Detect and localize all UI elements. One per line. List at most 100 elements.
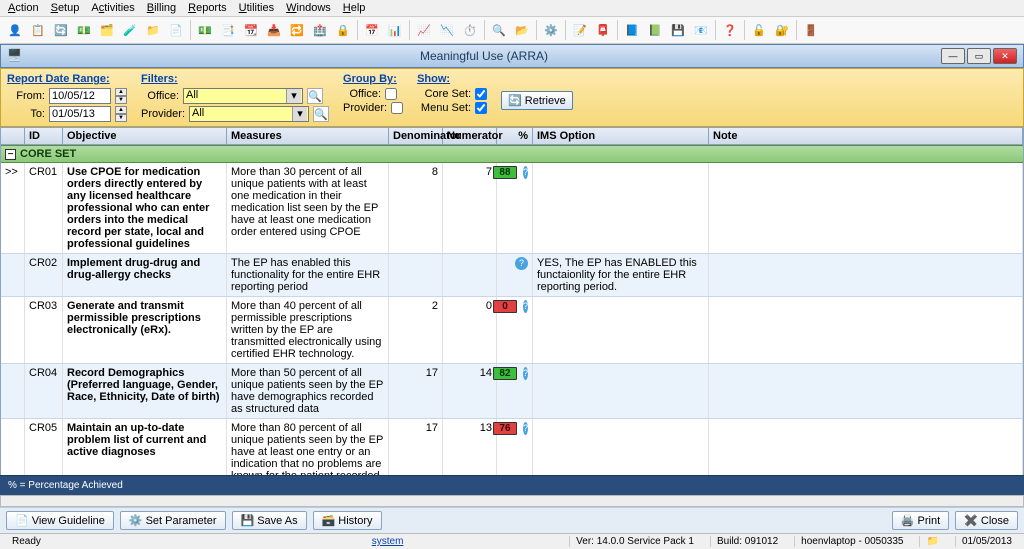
toolbar-btn-16[interactable]: 📅 [361, 19, 383, 41]
row-id: CR03 [25, 297, 63, 363]
collapse-icon[interactable]: − [5, 149, 16, 160]
office-lookup-icon[interactable]: 🔍 [307, 88, 323, 104]
row-percent: 76? [497, 419, 533, 475]
row-note [709, 297, 1023, 363]
table-row[interactable]: CR04Record Demographics (Preferred langu… [1, 364, 1023, 419]
group-row-core-set[interactable]: − CORE SET [1, 145, 1023, 163]
toolbar-btn-21[interactable]: 🔍 [488, 19, 510, 41]
col-ims-option[interactable]: IMS Option [533, 128, 709, 144]
menu-utilities[interactable]: Utilities [239, 2, 274, 14]
toolbar-btn-31[interactable]: 🔓 [748, 19, 770, 41]
toolbar-btn-24[interactable]: 📝 [569, 19, 591, 41]
toolbar-btn-17[interactable]: 📊 [384, 19, 406, 41]
status-folder-icon[interactable]: 📁 [919, 536, 944, 547]
info-icon[interactable]: ? [523, 367, 528, 380]
menu-windows[interactable]: Windows [286, 2, 331, 14]
info-icon[interactable]: ? [523, 300, 528, 313]
table-row[interactable]: CR03Generate and transmit permissible pr… [1, 297, 1023, 364]
toolbar-btn-13[interactable]: 🔁 [286, 19, 308, 41]
status-date: 01/05/2013 [955, 536, 1018, 547]
g-provider-check[interactable] [391, 102, 403, 114]
toolbar-btn-1[interactable]: 👤 [4, 19, 26, 41]
close-button[interactable]: ✕ [993, 48, 1017, 64]
col-denominator[interactable]: Denominator [389, 128, 443, 144]
to-date-input[interactable] [49, 106, 111, 122]
toolbar-btn-14[interactable]: 🏥 [309, 19, 331, 41]
toolbar-btn-5[interactable]: 🗂️ [96, 19, 118, 41]
menu-check[interactable] [475, 102, 487, 114]
toolbar-btn-29[interactable]: 📧 [690, 19, 712, 41]
from-date-input[interactable] [49, 88, 111, 104]
save-as-button[interactable]: 💾 Save As [232, 511, 307, 530]
print-button[interactable]: 🖨️ Print [892, 511, 949, 530]
toolbar-btn-2[interactable]: 📋 [27, 19, 49, 41]
info-icon[interactable]: ? [523, 422, 528, 435]
menu-action[interactable]: Action [8, 2, 39, 14]
toolbar-btn-22[interactable]: 📂 [511, 19, 533, 41]
close-button-bottom[interactable]: ✖️ Close [955, 511, 1018, 530]
toolbar-btn-15[interactable]: 🔒 [332, 19, 354, 41]
menu-help[interactable]: Help [343, 2, 366, 14]
table-row[interactable]: CR05Maintain an up-to-date problem list … [1, 419, 1023, 475]
set-parameter-button[interactable]: ⚙️ Set Parameter [120, 511, 226, 530]
col-numerator[interactable]: Numerator [443, 128, 497, 144]
col-percent[interactable]: % [497, 128, 533, 144]
table-row[interactable]: >>CR01Use CPOE for medication orders dir… [1, 163, 1023, 254]
toolbar-btn-25[interactable]: 📮 [592, 19, 614, 41]
provider-lookup-icon[interactable]: 🔍 [313, 106, 329, 122]
row-numerator: 13 [443, 419, 497, 475]
retrieve-button[interactable]: 🔄 Retrieve [501, 91, 573, 110]
toolbar-btn-3[interactable]: 🔄 [50, 19, 72, 41]
grid-body[interactable]: − CORE SET >>CR01Use CPOE for medication… [0, 145, 1024, 475]
toolbar-btn-10[interactable]: 📑 [217, 19, 239, 41]
col-id[interactable]: ID [25, 128, 63, 144]
col-measures[interactable]: Measures [227, 128, 389, 144]
menu-activities[interactable]: Activities [91, 2, 134, 14]
toolbar-btn-9[interactable]: 💵 [194, 19, 216, 41]
office-combo[interactable]: All [183, 88, 303, 104]
percent-badge: 82 [493, 367, 517, 380]
row-numerator [443, 254, 497, 296]
info-icon[interactable]: ? [515, 257, 528, 270]
row-objective: Record Demographics (Preferred language,… [63, 364, 227, 418]
col-marker[interactable] [1, 128, 25, 144]
provider-combo[interactable]: All [189, 106, 309, 122]
window-titlebar: 🖥️ Meaningful Use (ARRA) — ▭ ✕ [0, 44, 1024, 68]
toolbar-btn-7[interactable]: 📁 [142, 19, 164, 41]
window-title: Meaningful Use (ARRA) [27, 49, 941, 63]
toolbar-btn-23[interactable]: ⚙️ [540, 19, 562, 41]
menu-reports[interactable]: Reports [188, 2, 227, 14]
from-date-spinner[interactable]: ▲▼ [115, 88, 127, 104]
col-objective[interactable]: Objective [63, 128, 227, 144]
horizontal-scrollbar[interactable] [0, 495, 1024, 507]
toolbar-btn-11[interactable]: 📆 [240, 19, 262, 41]
toolbar-btn-6[interactable]: 🧪 [119, 19, 141, 41]
history-button[interactable]: 🗃️ History [313, 511, 382, 530]
g-office-check[interactable] [385, 88, 397, 100]
toolbar-btn-12[interactable]: 📥 [263, 19, 285, 41]
toolbar-btn-33[interactable]: 🚪 [800, 19, 822, 41]
percent-badge: 76 [493, 422, 517, 435]
toolbar-btn-32[interactable]: 🔐 [771, 19, 793, 41]
col-note[interactable]: Note [709, 128, 1023, 144]
info-icon[interactable]: ? [523, 166, 528, 179]
view-guideline-button[interactable]: 📄 View Guideline [6, 511, 114, 530]
table-row[interactable]: CR02Implement drug-drug and drug-allergy… [1, 254, 1023, 297]
toolbar-btn-18[interactable]: 📈 [413, 19, 435, 41]
row-marker [1, 419, 25, 475]
status-system-link[interactable]: system [216, 536, 559, 547]
toolbar-btn-30[interactable]: ❓ [719, 19, 741, 41]
toolbar-btn-27[interactable]: 📗 [644, 19, 666, 41]
toolbar-btn-28[interactable]: 💾 [667, 19, 689, 41]
to-date-spinner[interactable]: ▲▼ [115, 106, 127, 122]
core-check[interactable] [475, 88, 487, 100]
toolbar-btn-20[interactable]: ⏱️ [459, 19, 481, 41]
toolbar-btn-19[interactable]: 📉 [436, 19, 458, 41]
menu-billing[interactable]: Billing [147, 2, 176, 14]
maximize-button[interactable]: ▭ [967, 48, 991, 64]
toolbar-btn-26[interactable]: 📘 [621, 19, 643, 41]
menu-setup[interactable]: Setup [51, 2, 80, 14]
toolbar-btn-8[interactable]: 📄 [165, 19, 187, 41]
minimize-button[interactable]: — [941, 48, 965, 64]
toolbar-btn-4[interactable]: 💵 [73, 19, 95, 41]
